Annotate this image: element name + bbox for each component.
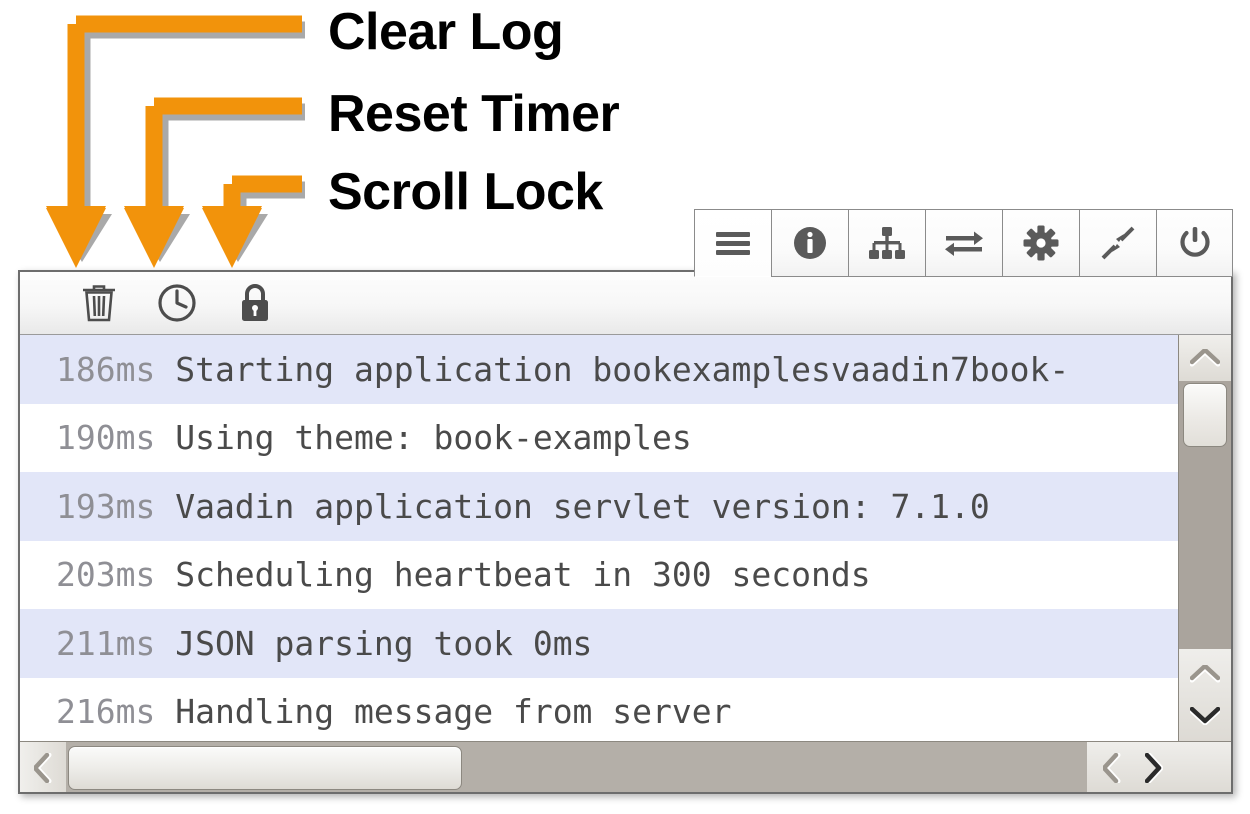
log-row-list[interactable]: 186ms Starting application bookexamplesv… (20, 335, 1178, 741)
screenshot-root: Clear Log Reset Timer Scroll Lock 186ms … (0, 0, 1250, 814)
scroll-right-button[interactable] (1145, 753, 1163, 783)
scroll-up-button[interactable] (1179, 335, 1231, 381)
tab-info[interactable] (771, 209, 848, 277)
debug-panel: 186ms Starting application bookexamplesv… (18, 270, 1233, 794)
vertical-scroll-track[interactable] (1179, 381, 1231, 649)
trash-icon (81, 283, 117, 323)
log-area: 186ms Starting application bookexamplesv… (20, 335, 1231, 792)
annotation-label-clear-log: Clear Log (328, 2, 564, 62)
scroll-left-button[interactable] (20, 742, 66, 792)
scrollbar-corner (1179, 742, 1231, 792)
debug-tab-strip (694, 209, 1233, 277)
log-timestamp: 211ms (56, 623, 156, 663)
log-row[interactable]: 193ms Vaadin application servlet version… (20, 472, 1178, 541)
log-timestamp: 216ms (56, 692, 156, 732)
horizontal-scroll-track[interactable] (66, 742, 1087, 792)
tab-log[interactable] (694, 209, 771, 277)
tab-power[interactable] (1156, 209, 1233, 277)
annotation-text-reset-timer: Reset Timer (328, 85, 620, 143)
log-timestamp: 190ms (56, 418, 156, 458)
log-row[interactable]: 203ms Scheduling heartbeat in 300 second… (20, 540, 1178, 609)
tab-minimize[interactable] (1079, 209, 1156, 277)
tab-transfer[interactable] (925, 209, 1002, 277)
log-message: Using theme: book-examples (175, 418, 692, 458)
log-message: Vaadin application servlet version: 7.1.… (175, 486, 990, 526)
clock-icon (157, 283, 197, 323)
transfer-arrows-icon (944, 229, 984, 257)
collapse-arrows-icon (1100, 225, 1136, 261)
scroll-down-button[interactable] (1190, 707, 1220, 725)
vertical-scrollbar[interactable] (1178, 335, 1231, 741)
log-message: Starting application bookexamplesvaadin7… (175, 349, 1070, 389)
tab-hierarchy[interactable] (848, 209, 925, 277)
power-icon (1177, 225, 1213, 261)
gear-icon (1023, 225, 1059, 261)
log-timestamp: 186ms (56, 349, 156, 389)
clear-log-button[interactable] (60, 274, 138, 332)
log-row[interactable]: 216ms Handling message from server (20, 677, 1178, 741)
scroll-page-up-button[interactable] (1190, 665, 1220, 683)
log-timestamp: 193ms (56, 486, 156, 526)
debug-window: 186ms Starting application bookexamplesv… (18, 209, 1233, 794)
vertical-scroll-thumb[interactable] (1183, 383, 1227, 447)
chevron-up-icon (1190, 349, 1220, 367)
annotation-label-reset-timer: Reset Timer (328, 84, 620, 144)
hamburger-menu-icon (714, 229, 752, 257)
log-message: Scheduling heartbeat in 300 seconds (175, 555, 871, 595)
horizontal-scroll-thumb[interactable] (68, 746, 462, 790)
log-message: Handling message from server (175, 692, 732, 732)
scroll-page-left-button[interactable] (1103, 753, 1121, 783)
horizontal-scroll-foot (1087, 742, 1179, 792)
annotation-text-clear-log: Clear Log (328, 3, 564, 61)
log-message: JSON parsing took 0ms (175, 623, 593, 663)
chevron-left-icon (34, 753, 52, 783)
horizontal-scrollbar[interactable] (20, 741, 1231, 792)
sitemap-icon (868, 226, 906, 260)
log-row[interactable]: 190ms Using theme: book-examples (20, 403, 1178, 472)
reset-timer-button[interactable] (138, 274, 216, 332)
log-row[interactable]: 211ms JSON parsing took 0ms (20, 609, 1178, 678)
vertical-scroll-foot (1179, 649, 1231, 741)
scroll-lock-button[interactable] (216, 274, 294, 332)
tab-settings[interactable] (1002, 209, 1079, 277)
info-circle-icon (792, 225, 828, 261)
log-action-toolbar (20, 272, 1231, 335)
log-timestamp: 203ms (56, 555, 156, 595)
lock-icon (239, 283, 271, 323)
log-row[interactable]: 186ms Starting application bookexamplesv… (20, 335, 1178, 404)
log-body: 186ms Starting application bookexamplesv… (20, 335, 1231, 741)
